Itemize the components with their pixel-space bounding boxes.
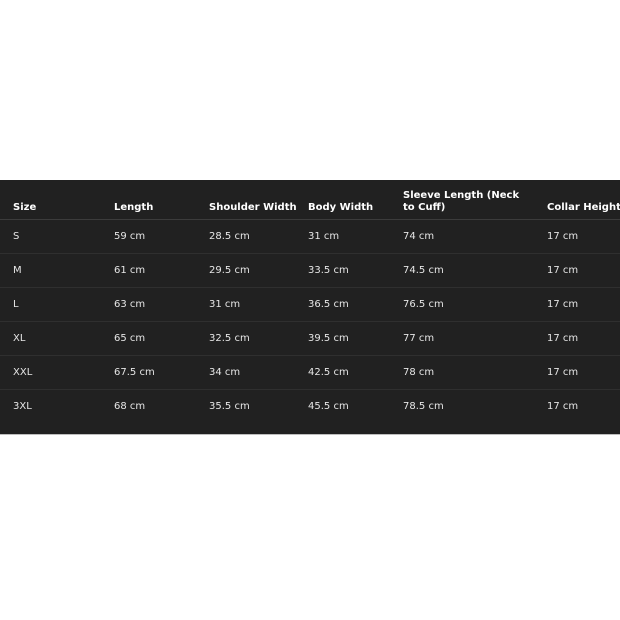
table-header: Size Length Shoulder Width Body Width Sl… <box>0 180 620 220</box>
cell-collar-height: 17 cm <box>547 401 579 412</box>
table-row: S 59 cm 28.5 cm 31 cm 74 cm 17 cm <box>0 219 620 254</box>
header-collar-height: Collar Height <box>547 180 620 220</box>
cell-shoulder-width: 31 cm <box>209 287 308 322</box>
size-chart-panel: Size Length Shoulder Width Body Width Sl… <box>0 180 620 435</box>
table-row: M 61 cm 29.5 cm 33.5 cm 74.5 cm 17 cm <box>0 253 620 288</box>
cell-sleeve-length: 74.5 cm <box>403 253 547 288</box>
table-body: S 59 cm 28.5 cm 31 cm 74 cm 17 cm M 61 cm 29.5 c… <box>0 219 620 424</box>
cell-length: 61 cm <box>114 253 209 288</box>
cell-length: 68 cm <box>114 401 146 412</box>
header-shoulder-width: Shoulder Width <box>209 180 308 220</box>
header-row: Size Length Shoulder Width Body Width Sl… <box>0 180 620 220</box>
cell-shoulder-width: 32.5 cm <box>209 321 308 356</box>
cell-collar-height: 17 cm <box>547 321 620 356</box>
table-row: XXL 67.5 cm 34 cm 42.5 cm 78 cm 17 cm <box>0 355 620 390</box>
cell-body-width: 36.5 cm <box>308 287 403 322</box>
cell-size: XXL <box>0 355 114 390</box>
cell-length: 59 cm <box>114 219 209 254</box>
cell-sleeve-length: 78 cm <box>403 355 547 390</box>
header-size: Size <box>0 180 114 220</box>
table-row: 3XL 68 cm 35.5 cm 45.5 cm 78.5 cm 17 cm <box>0 390 620 424</box>
cell-collar-height: 17 cm <box>547 253 620 288</box>
cell-body-width: 39.5 cm <box>308 321 403 356</box>
header-sleeve-length-label: Sleeve Length (Neck to Cuff) <box>403 190 520 213</box>
cell-shoulder-width: 29.5 cm <box>209 253 308 288</box>
cell-length: 67.5 cm <box>114 355 209 390</box>
cell-body-width: 33.5 cm <box>308 253 403 288</box>
cell-body-width: 31 cm <box>308 219 403 254</box>
table-row: L 63 cm 31 cm 36.5 cm 76.5 cm 17 cm <box>0 287 620 322</box>
cell-shoulder-width: 34 cm <box>209 355 308 390</box>
cell-sleeve-length: 74 cm <box>403 219 547 254</box>
cell-collar-height: 17 cm <box>547 219 620 254</box>
header-length-label: Length <box>114 202 154 213</box>
cell-size: L <box>0 287 114 322</box>
cell-collar-height: 17 cm <box>547 287 620 322</box>
cell-shoulder-width: 28.5 cm <box>209 219 308 254</box>
header-size-label: Size <box>13 202 37 213</box>
cell-size: 3XL <box>13 401 32 412</box>
cell-size: S <box>0 219 114 254</box>
cell-collar-height: 17 cm <box>547 355 620 390</box>
cell-length: 65 cm <box>114 321 209 356</box>
header-shoulder-width-label: Shoulder Width <box>209 202 297 213</box>
cell-sleeve-length: 78.5 cm <box>403 401 444 412</box>
cell-sleeve-length: 76.5 cm <box>403 287 547 322</box>
header-body-width: Body Width <box>308 180 403 220</box>
header-collar-height-label: Collar Height <box>547 202 620 213</box>
cell-shoulder-width: 35.5 cm <box>209 401 250 412</box>
cell-sleeve-length: 77 cm <box>403 321 547 356</box>
cell-size: M <box>0 253 114 288</box>
cell-length: 63 cm <box>114 287 209 322</box>
header-body-width-label: Body Width <box>308 202 374 213</box>
cell-body-width: 42.5 cm <box>308 355 403 390</box>
table-row: XL 65 cm 32.5 cm 39.5 cm 77 cm 17 cm <box>0 321 620 356</box>
header-sleeve-length: Sleeve Length (Neck to Cuff) <box>403 180 547 220</box>
header-length: Length <box>114 180 209 220</box>
cell-body-width: 45.5 cm <box>308 401 349 412</box>
size-chart-table: Size Length Shoulder Width Body Width Sl… <box>0 180 620 423</box>
cell-size: XL <box>0 321 114 356</box>
